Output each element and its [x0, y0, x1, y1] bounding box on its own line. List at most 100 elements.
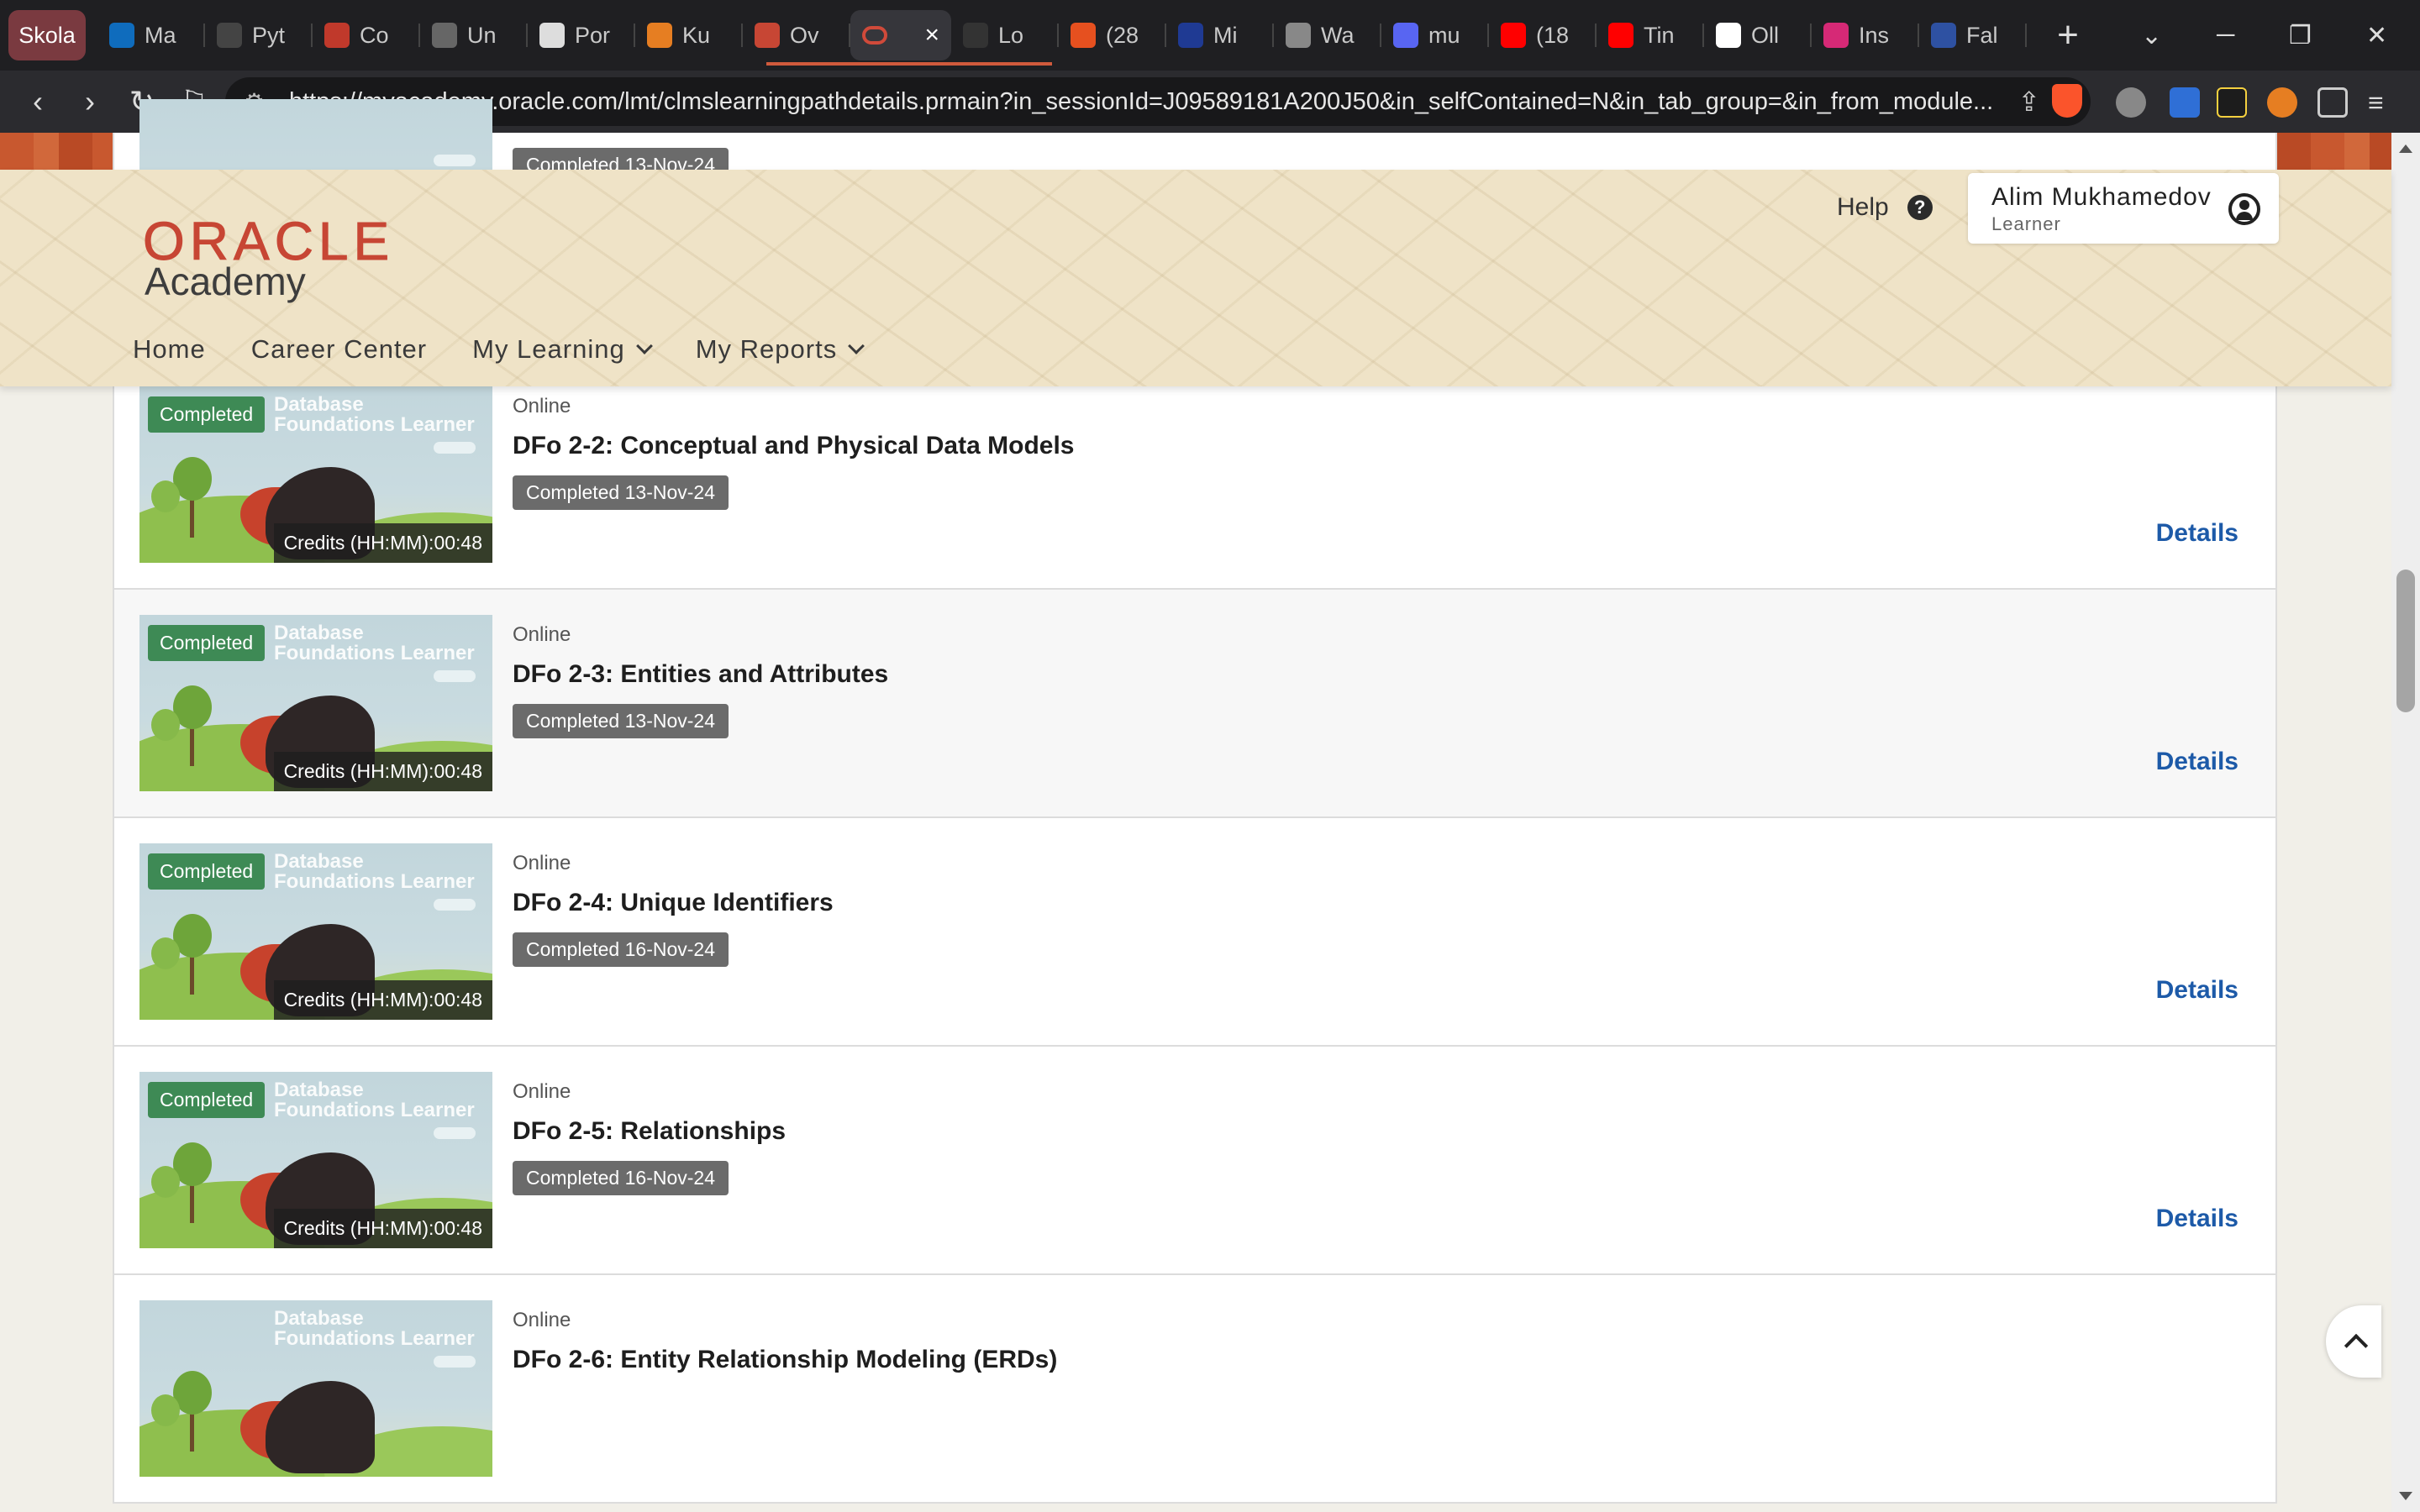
tab-label: Pyt — [252, 22, 286, 48]
browser-tab-bar: Skola Ma Pyt Co Un Por Ku Ov × Lo (28 Mi Wa mu (18 T… — [0, 0, 2420, 71]
tab-label: Un — [467, 22, 497, 48]
url-text: https://myacademy.oracle.com/lmt/clmslea… — [289, 87, 1994, 115]
extension-icon[interactable] — [2170, 87, 2200, 118]
extension-icon[interactable] — [2217, 87, 2247, 118]
thumbnail-title: Database Foundations Learner — [274, 1079, 475, 1121]
credits-label: Credits (HH:MM):00:48 — [273, 523, 492, 563]
help-icon: ? — [1907, 195, 1933, 220]
browser-tab[interactable]: Oll — [1704, 10, 1812, 60]
browser-tab[interactable]: Por — [528, 10, 635, 60]
tab-label: Por — [575, 22, 611, 48]
scroll-down-icon[interactable] — [2399, 1492, 2412, 1500]
browser-tab[interactable]: mu — [1381, 10, 1489, 60]
details-link[interactable]: Details — [2156, 519, 2238, 548]
extension-icon[interactable] — [2116, 87, 2146, 118]
course-type: Online — [513, 852, 571, 874]
tab-icon — [1501, 23, 1526, 48]
course-thumbnail[interactable]: Database Foundations Learner — [139, 1300, 492, 1477]
course-type: Online — [513, 395, 571, 417]
browser-tab[interactable]: Ins — [1812, 10, 1919, 60]
course-row: Database Foundations Learner Completed C… — [113, 1047, 2277, 1275]
help-label: Help — [1837, 193, 1889, 221]
new-tab-button[interactable]: + — [2047, 14, 2089, 56]
status-badge: Completed 13-Nov-24 — [513, 704, 729, 738]
page-scrollbar[interactable] — [2391, 133, 2420, 1512]
browser-tab[interactable]: Un — [420, 10, 528, 60]
url-field[interactable]: ⚙ https://myacademy.oracle.com/lmt/clmsl… — [225, 77, 2091, 126]
tab-icon — [1716, 23, 1741, 48]
course-thumbnail[interactable]: Database Foundations Learner Completed C… — [139, 843, 492, 1020]
close-window-icon[interactable]: ✕ — [2366, 0, 2387, 71]
browser-tab[interactable]: Tin — [1597, 10, 1704, 60]
active-tab[interactable]: × — [850, 10, 951, 60]
course-title[interactable]: DFo 2-6: Entity Relationship Modeling (E… — [513, 1346, 1057, 1374]
user-role: Learner — [1991, 213, 2061, 234]
course-title[interactable]: DFo 2-4: Unique Identifiers — [513, 889, 834, 917]
tab-label: Fal — [1966, 22, 1998, 48]
close-tab-icon[interactable]: × — [924, 21, 939, 50]
nav-my-reports[interactable]: My Reports — [696, 334, 865, 365]
scrollbar-thumb[interactable] — [2396, 570, 2415, 712]
course-title[interactable]: DFo 2-3: Entities and Attributes — [513, 660, 888, 689]
restore-icon[interactable]: ❐ — [2289, 0, 2312, 71]
details-link[interactable]: Details — [2156, 1205, 2238, 1233]
course-thumbnail[interactable]: Database Foundations Learner Completed C… — [139, 386, 492, 563]
chevron-down-icon — [848, 338, 865, 354]
browser-tab[interactable]: Mi — [1166, 10, 1274, 60]
profile-chip[interactable]: Skola — [8, 10, 86, 60]
course-list: Credits (HH:MM):00:48 Completed 13-Nov-2… — [113, 99, 2277, 1504]
browser-tab[interactable]: Ku — [635, 10, 743, 60]
course-title[interactable]: DFo 2-5: Relationships — [513, 1117, 786, 1146]
status-badge: Completed 13-Nov-24 — [513, 475, 729, 510]
browser-tab[interactable]: Wa — [1274, 10, 1381, 60]
browser-tab[interactable]: (28 — [1059, 10, 1166, 60]
course-thumbnail[interactable]: Database Foundations Learner Completed C… — [139, 1072, 492, 1248]
help-link[interactable]: Help ? — [1837, 193, 1933, 222]
user-menu[interactable]: Alim Mukhamedov Learner — [1968, 173, 2279, 244]
nav-home[interactable]: Home — [133, 334, 206, 365]
course-title[interactable]: DFo 2-2: Conceptual and Physical Data Mo… — [513, 432, 1074, 460]
tab-icon — [1286, 23, 1311, 48]
extensions-puzzle-icon[interactable] — [2317, 87, 2348, 118]
details-link[interactable]: Details — [2156, 976, 2238, 1005]
extension-icon[interactable] — [2267, 87, 2297, 118]
oracle-icon — [862, 26, 887, 45]
browser-tab[interactable]: Co — [313, 10, 420, 60]
course-thumbnail[interactable]: Database Foundations Learner Completed C… — [139, 615, 492, 791]
tab-icon — [1931, 23, 1956, 48]
back-icon[interactable]: ‹ — [12, 84, 64, 119]
credits-label: Credits (HH:MM):00:48 — [273, 752, 492, 791]
tab-label: (28 — [1106, 22, 1139, 48]
thumbnail-title: Database Foundations Learner — [274, 1307, 475, 1350]
tab-label: Wa — [1321, 22, 1355, 48]
nav-career-center[interactable]: Career Center — [251, 334, 427, 365]
completed-badge: Completed — [148, 1082, 266, 1118]
credits-label: Credits (HH:MM):00:48 — [273, 1209, 492, 1248]
scroll-up-icon[interactable] — [2399, 144, 2412, 153]
browser-tab[interactable]: Ov — [743, 10, 850, 60]
back-to-top-button[interactable] — [2326, 1305, 2381, 1378]
thumbnail-title: Database Foundations Learner — [274, 393, 475, 436]
academy-logo-text[interactable]: Academy — [145, 259, 306, 304]
details-link[interactable]: Details — [2156, 748, 2238, 776]
browser-tab[interactable]: Pyt — [205, 10, 313, 60]
course-row: Database Foundations Learner Completed C… — [113, 361, 2277, 590]
user-name: Alim Mukhamedov — [1991, 183, 2212, 211]
tab-search-icon[interactable]: ⌄ — [2141, 0, 2162, 71]
browser-tab[interactable]: Ma — [97, 10, 205, 60]
tab-label: mu — [1428, 22, 1460, 48]
tab-label: Ins — [1859, 22, 1890, 48]
menu-icon[interactable]: ≡ — [2368, 87, 2398, 118]
browser-tab[interactable]: Fal — [1919, 10, 2027, 60]
user-avatar-icon — [2228, 193, 2260, 225]
forward-icon[interactable]: › — [64, 84, 116, 119]
tab-icon — [1823, 23, 1849, 48]
share-icon[interactable]: ⇪ — [2018, 86, 2040, 118]
brave-shield-icon[interactable] — [2052, 84, 2082, 118]
course-row: Database Foundations Learner Completed C… — [113, 818, 2277, 1047]
browser-tab[interactable]: (18 — [1489, 10, 1597, 60]
nav-my-learning[interactable]: My Learning — [472, 334, 653, 365]
browser-tab[interactable]: Lo — [951, 10, 1059, 60]
chevron-down-icon — [635, 338, 653, 354]
minimize-icon[interactable]: ─ — [2217, 0, 2234, 71]
